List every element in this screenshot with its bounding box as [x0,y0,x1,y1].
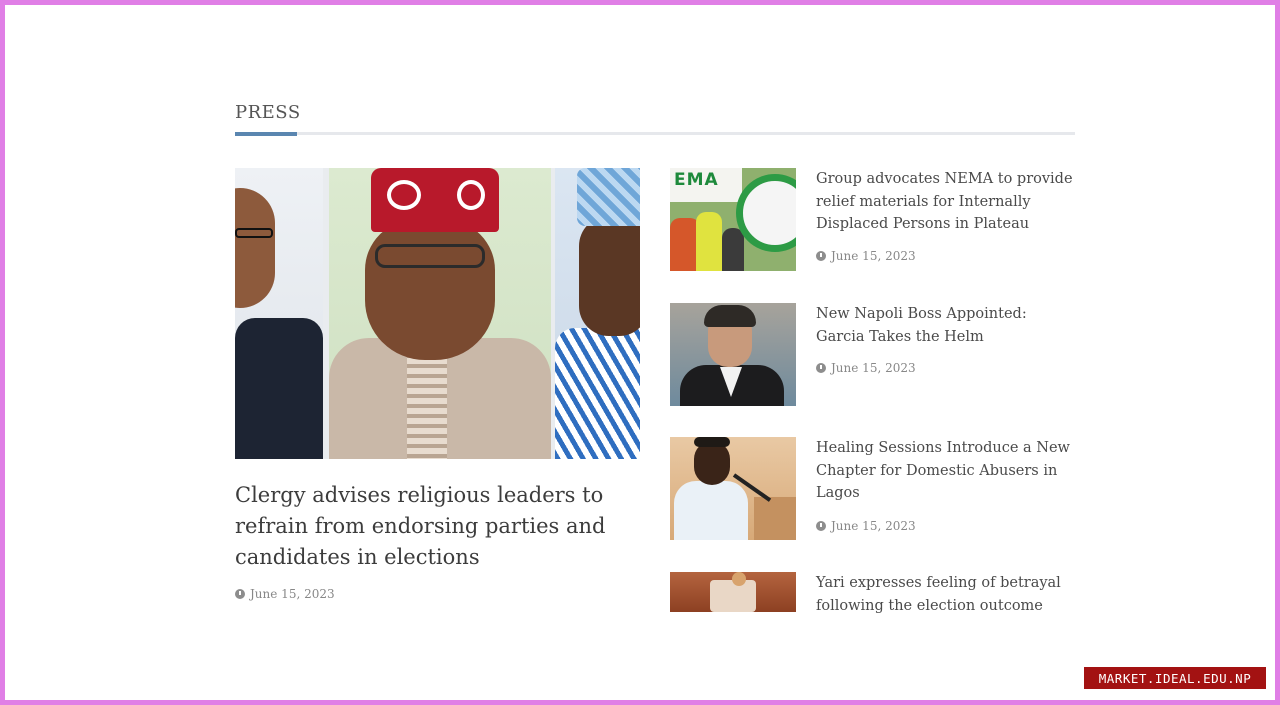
section-divider-accent [235,132,297,136]
side-article-meta: June 15, 2023 [816,249,916,263]
side-article-1[interactable]: EMA Group advocates NEMA to provide reli… [670,168,1075,273]
featured-image-panel-right [555,168,640,459]
side-article-3[interactable]: Healing Sessions Introduce a New Chapter… [670,437,1075,542]
clock-icon [816,521,826,531]
portrait-suit [235,318,323,459]
side-article-title[interactable]: Yari expresses feeling of betrayal follo… [816,572,1075,614]
portrait-embroidery [407,348,447,459]
ballot-box-icon [710,580,756,612]
portrait-robe [555,328,640,459]
clock-icon [235,589,245,599]
side-article-4[interactable]: Yari expresses feeling of betrayal follo… [670,572,1075,614]
featured-article-headline[interactable]: Clergy advises religious leaders to refr… [235,480,640,573]
thumb-hand [732,572,746,586]
side-article-title[interactable]: Group advocates NEMA to provide relief m… [816,168,1076,236]
featured-image-panel-left [235,168,323,459]
thumb-banner-text: EMA [674,170,719,190]
side-article-date: June 15, 2023 [831,249,916,263]
portrait-cap [577,168,640,226]
thumb-robe [674,481,748,540]
side-article-2[interactable]: New Napoli Boss Appointed: Garcia Takes … [670,303,1075,408]
nema-logo-icon [736,174,796,252]
thumb-figure [722,228,744,271]
side-article-meta: June 15, 2023 [816,519,916,533]
side-article-title[interactable]: New Napoli Boss Appointed: Garcia Takes … [816,303,1076,348]
thumb-podium [754,497,796,540]
thumb-head [694,441,730,485]
side-article-thumbnail[interactable] [670,437,796,540]
section-header: PRESS [235,100,1075,140]
cap-pattern [387,180,421,210]
clock-icon [816,251,826,261]
portrait-glasses [375,244,485,268]
watermark: MARKET.IDEAL.EDU.NP [1084,667,1266,689]
side-article-meta: June 15, 2023 [816,361,916,375]
section-title: PRESS [235,102,301,123]
featured-article-meta: June 15, 2023 [235,587,335,601]
featured-article-date: June 15, 2023 [250,587,335,601]
portrait-face [235,188,275,308]
side-article-title[interactable]: Healing Sessions Introduce a New Chapter… [816,437,1076,505]
portrait-head [365,220,495,360]
featured-article-image[interactable] [235,168,640,459]
side-article-date: June 15, 2023 [831,519,916,533]
featured-image-panel-center [329,168,551,459]
thumb-hair [704,305,756,327]
section-divider [235,132,1075,135]
clock-icon [816,363,826,373]
side-article-thumbnail[interactable]: EMA [670,168,796,271]
portrait-head [579,216,640,336]
portrait-glasses [235,228,273,238]
thumb-figure [696,212,722,271]
side-article-thumbnail[interactable] [670,572,796,612]
cap-pattern [457,180,485,210]
side-article-date: June 15, 2023 [831,361,916,375]
side-article-thumbnail[interactable] [670,303,796,406]
thumb-cap [694,437,730,447]
